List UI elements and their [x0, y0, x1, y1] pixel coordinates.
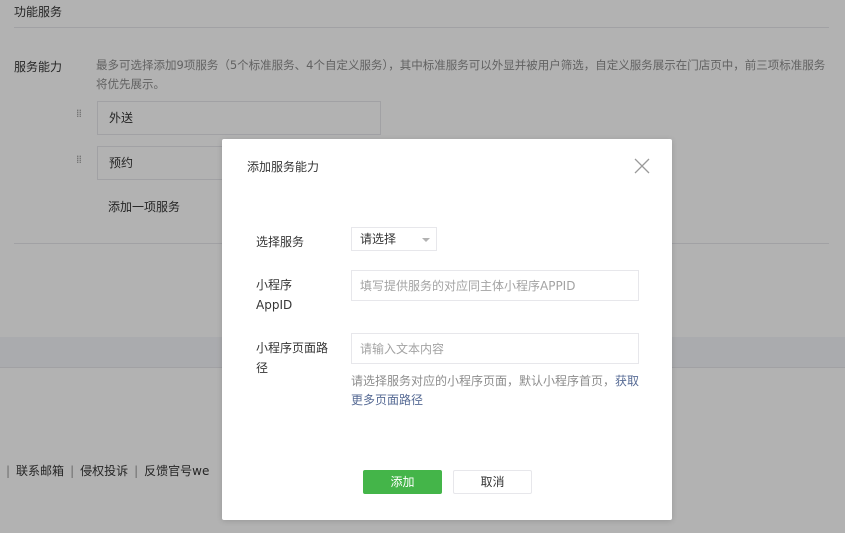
appid-label-line: AppID: [256, 298, 293, 312]
close-icon[interactable]: [633, 157, 651, 175]
service-select-value: 请选择: [360, 232, 397, 246]
select-service-label: 选择服务: [256, 235, 305, 249]
page-path-label: 小程序页面路径: [256, 341, 329, 375]
add-button[interactable]: 添加: [363, 470, 442, 494]
page-path-input[interactable]: [351, 333, 639, 364]
page: 功能服务 服务能力 最多可选择添加9项服务（5个标准服务、4个自定义服务），其中…: [0, 0, 845, 533]
add-service-dialog: 添加服务能力 选择服务 请选择 小程序 AppID 小程序页面路径 请选择服务对…: [222, 139, 672, 520]
appid-label-line: 小程序: [256, 278, 293, 292]
chevron-down-icon: [422, 238, 430, 242]
page-path-hint: 请选择服务对应的小程序页面，默认小程序首页，获取更多页面路径: [351, 372, 643, 410]
hint-text: 请选择服务对应的小程序页面，默认小程序首页，: [351, 374, 616, 388]
service-select[interactable]: 请选择: [351, 227, 437, 251]
appid-input[interactable]: [351, 270, 639, 301]
dialog-title: 添加服务能力: [247, 160, 320, 174]
cancel-button[interactable]: 取消: [453, 470, 532, 494]
appid-label: 小程序 AppID: [256, 275, 336, 315]
